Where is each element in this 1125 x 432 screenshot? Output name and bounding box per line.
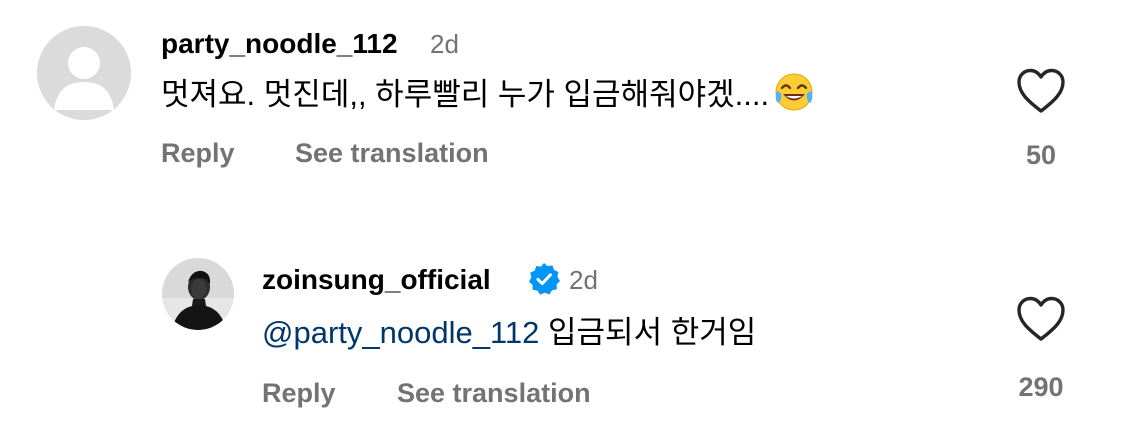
comment-timestamp: 2d xyxy=(569,265,598,295)
heart-icon[interactable] xyxy=(1016,68,1066,114)
see-translation-button[interactable]: See translation xyxy=(295,136,489,170)
like-count: 50 xyxy=(1025,140,1057,170)
comment-item: party_noodle_112 2d 멋져요. 멋진데,, 하루빨리 누가 입… xyxy=(0,0,1125,200)
comment-username[interactable]: party_noodle_112 xyxy=(161,27,398,61)
see-translation-button[interactable]: See translation xyxy=(397,376,591,410)
default-avatar-icon[interactable] xyxy=(37,26,131,120)
tears-of-joy-emoji-icon xyxy=(773,71,815,113)
comment-text: 멋져요. 멋진데,, 하루빨리 누가 입금해줘야겠.... xyxy=(161,71,815,115)
comment-username[interactable]: zoinsung_official xyxy=(262,263,491,297)
comment-timestamp: 2d xyxy=(430,29,459,59)
comment-text-content: 입금되서 한거임 xyxy=(539,315,757,350)
heart-icon[interactable] xyxy=(1016,296,1066,342)
reply-comment-item: zoinsung_official 2d @party_noodle_112 입… xyxy=(0,240,1125,432)
comment-text: @party_noodle_112 입금되서 한거임 xyxy=(262,313,756,353)
verified-badge-icon xyxy=(527,262,561,296)
comment-text-content: 멋져요. 멋진데,, 하루빨리 누가 입금해줘야겠.... xyxy=(161,77,770,112)
mention-link[interactable]: @party_noodle_112 xyxy=(262,315,539,350)
avatar[interactable] xyxy=(162,258,234,330)
like-count: 290 xyxy=(1018,372,1064,402)
reply-button[interactable]: Reply xyxy=(262,376,336,410)
reply-button[interactable]: Reply xyxy=(161,136,235,170)
